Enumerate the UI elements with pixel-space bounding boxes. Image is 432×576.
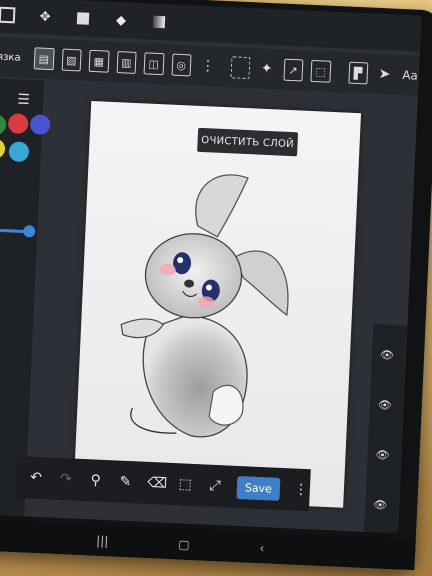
eye-icon[interactable]: 👁: [378, 398, 393, 412]
fill-shape-icon[interactable]: [75, 10, 92, 27]
color-swatch-red[interactable]: [7, 113, 29, 135]
drawing-canvas[interactable]: [73, 100, 362, 508]
eye-icon[interactable]: 👁: [373, 498, 388, 512]
color-swatch-blue[interactable]: [29, 114, 51, 136]
back-icon[interactable]: ‹: [259, 541, 264, 555]
recent-apps-icon[interactable]: |||: [96, 534, 109, 549]
redo-icon[interactable]: ↷: [58, 471, 75, 488]
gradient-icon[interactable]: [151, 14, 168, 31]
eyedropper-icon[interactable]: ⚲: [87, 472, 104, 489]
move-icon[interactable]: ✥: [37, 8, 54, 25]
frame-icon[interactable]: [0, 6, 16, 24]
more-icon[interactable]: ⋮: [199, 56, 217, 77]
transform-icon[interactable]: ↗: [282, 58, 304, 82]
slider-handle[interactable]: [23, 225, 36, 238]
crop-icon[interactable]: ⬚: [177, 476, 194, 493]
hatch-icon[interactable]: ▨: [61, 48, 82, 72]
radial-icon[interactable]: ◫: [143, 52, 165, 76]
save-button[interactable]: Save: [236, 475, 281, 501]
color-swatch-yellow[interactable]: [0, 138, 6, 160]
concentric-icon[interactable]: ◎: [171, 53, 192, 77]
grid-menu-icon[interactable]: ⋮⋮: [294, 482, 323, 499]
layout-icon[interactable]: ▛: [347, 61, 369, 85]
expand-icon[interactable]: ⤢: [207, 478, 224, 495]
eraser-icon[interactable]: ⌫: [147, 475, 168, 492]
brush-icon[interactable]: ✎: [117, 474, 134, 491]
clear-layer-button[interactable]: ОЧИСТИТЬ СЛОЙ: [197, 127, 299, 157]
list-icon[interactable]: ☰: [17, 92, 30, 109]
magic-wand-icon[interactable]: ✦: [257, 58, 275, 79]
select-add-icon[interactable]: ⬚: [310, 59, 331, 83]
layer-style-icon[interactable]: ▤: [33, 47, 55, 71]
toolbar-left-label: вязка: [0, 50, 21, 64]
eye-icon[interactable]: 👁: [375, 448, 390, 462]
pointer-icon[interactable]: ➤: [375, 64, 393, 85]
home-icon[interactable]: ▢: [178, 537, 190, 552]
eye-icon[interactable]: 👁: [380, 348, 395, 362]
selection-icon[interactable]: [229, 56, 251, 80]
text-tool[interactable]: Aa: [401, 65, 419, 86]
layers-panel: 👁 👁 👁 👁 🗑: [364, 323, 408, 534]
left-panel: ☰ +: [0, 78, 51, 517]
tablet-device: ✥ ◆ вязка ▤ ▨ ▦ ▥ ◫ ◎ ⋮ ✦ ↗ ⬚ ▛ ➤ Aa ☰ 👁…: [0, 0, 432, 571]
color-swatch-green[interactable]: [0, 114, 7, 136]
color-swatch-cyan[interactable]: [8, 141, 30, 163]
bucket-icon[interactable]: ◆: [113, 12, 130, 29]
grid-icon[interactable]: ▦: [88, 49, 110, 73]
perspective-icon[interactable]: ▥: [116, 51, 137, 74]
bunny-drawing: [120, 174, 289, 438]
undo-icon[interactable]: ↶: [28, 469, 45, 487]
app-screen: ✥ ◆ вязка ▤ ▨ ▦ ▥ ◫ ◎ ⋮ ✦ ↗ ⬚ ▛ ➤ Aa ☰ 👁…: [0, 0, 422, 534]
